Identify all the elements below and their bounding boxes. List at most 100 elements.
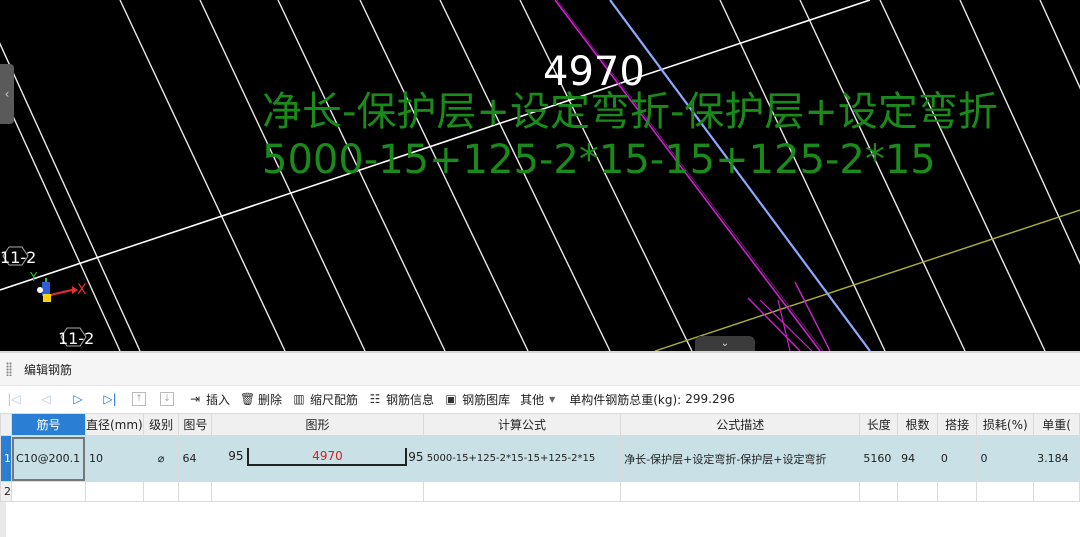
table-row[interactable]: 1 C10@200.1 10 ⌀ 64 95 4970 95 5000-15+1… (0, 435, 1080, 482)
insert-button[interactable]: ⇥ 插入 (188, 388, 230, 410)
other-dropdown[interactable]: 其他 ▼ (520, 388, 555, 410)
lap-cell[interactable]: 0 (936, 435, 978, 482)
total-weight-label: 单构件钢筋总重(kg): (569, 392, 682, 407)
axis-label-top: 11-2 (0, 248, 37, 267)
scale-rebar-button[interactable]: ▥ 缩尺配筋 (292, 388, 358, 410)
empty-cell[interactable] (936, 481, 978, 502)
arrow-down-icon: ↓ (163, 394, 171, 404)
shape-left-length[interactable]: 95 (228, 449, 243, 463)
empty-cell[interactable] (85, 481, 144, 502)
last-icon: ▷| (103, 392, 117, 406)
empty-cell[interactable] (11, 481, 86, 502)
panel-title: 编辑钢筋 (24, 362, 73, 377)
insert-icon: ⇥ (189, 392, 201, 406)
empty-cell[interactable] (211, 481, 424, 502)
formula-calc-text: 5000-15+125-2*15-15+125-2*15 (262, 137, 936, 183)
next-record-button[interactable]: ▷ (68, 389, 88, 409)
app-root: 11-2 11-2 Y X 4970 净长-保护层+设定弯折-保护层+设定弯折 … (0, 0, 1080, 537)
column-header[interactable]: 直径(mm) (85, 413, 144, 436)
column-header[interactable]: 搭接 (936, 413, 978, 436)
panel-toolbar: |◁ ◁ ▷ ▷| ↑ ↓ ⇥ 插入 🗑 删除 ▥ 缩尺配筋 ☷ 钢筋信息 ▣ 钢筋图库 … (0, 386, 1080, 412)
info-list-icon: ☷ (369, 392, 381, 406)
column-header[interactable]: 图形 (211, 413, 424, 436)
scale-rebar-label: 缩尺配筋 (310, 392, 359, 407)
rebar-library-button[interactable]: ▣ 钢筋图库 (444, 388, 510, 410)
insert-label: 插入 (206, 392, 231, 407)
empty-cell[interactable] (897, 481, 938, 502)
chevron-down-icon: ⌄ (720, 338, 730, 349)
count-cell[interactable]: 94 (897, 435, 938, 482)
empty-cell[interactable] (620, 481, 861, 502)
shape-mid-length[interactable]: 4970 (312, 449, 343, 463)
prev-record-button[interactable]: ◁ (36, 389, 56, 409)
chevron-left-icon: ‹ (4, 87, 10, 101)
corner-cell (0, 413, 12, 436)
shape-right-length[interactable]: 95 (408, 450, 422, 464)
table-row[interactable]: 2 (0, 481, 1080, 502)
dimension-value: 4970 (543, 49, 645, 95)
rebar-info-button[interactable]: ☷ 钢筋信息 (368, 388, 434, 410)
rebar-info-label: 钢筋信息 (386, 392, 435, 407)
rebar-code-cell[interactable]: C10@200.1 (11, 435, 86, 482)
cad-viewport[interactable]: 11-2 11-2 Y X 4970 净长-保护层+设定弯折-保护层+设定弯折 … (0, 0, 1080, 351)
arrow-up-icon: ↑ (135, 394, 143, 404)
edit-rebar-panel: 编辑钢筋 |◁ ◁ ▷ ▷| ↑ ↓ ⇥ 插入 🗑 删除 ▥ 缩尺配筋 ☷ 钢筋信息 ▣… (0, 351, 1080, 537)
move-down-button[interactable]: ↓ (160, 392, 174, 406)
first-record-button[interactable]: |◁ (4, 389, 24, 409)
total-weight-value: 299.296 (685, 392, 735, 406)
description-cell[interactable]: 净长-保护层+设定弯折-保护层+设定弯折 (620, 435, 861, 482)
panel-header[interactable]: 编辑钢筋 (0, 353, 1080, 386)
trash-icon: 🗑 (240, 392, 256, 406)
column-header[interactable]: 损耗(%) (976, 413, 1035, 436)
delete-button[interactable]: 🗑 删除 (240, 388, 282, 410)
column-header[interactable]: 筋号 (11, 413, 86, 436)
rebar-library-label: 钢筋图库 (462, 392, 511, 407)
empty-cell[interactable] (142, 481, 180, 502)
column-header[interactable]: 图号 (178, 413, 213, 436)
empty-cell[interactable] (859, 481, 899, 502)
empty-cell[interactable] (178, 481, 213, 502)
coordinate-gizmo-icon (37, 278, 78, 302)
collapse-panel-tab[interactable]: ⌄ (695, 336, 755, 351)
prev-icon: ◁ (41, 392, 51, 406)
scale-bars-icon: ▥ (293, 392, 305, 406)
unit-weight-cell[interactable]: 3.184 (1033, 435, 1080, 482)
other-label: 其他 (520, 392, 545, 407)
side-panel-handle[interactable]: ‹ (0, 64, 14, 124)
column-header[interactable]: 计算公式 (422, 413, 622, 436)
figure-no-cell[interactable]: 64 (178, 435, 213, 482)
column-header[interactable]: 单重( (1033, 413, 1080, 436)
move-up-button[interactable]: ↑ (132, 392, 146, 406)
caret-down-icon: ▼ (549, 394, 556, 404)
rebar-code-editor[interactable]: C10@200.1 (12, 436, 85, 481)
empty-cell[interactable] (976, 481, 1035, 502)
total-weight: 单构件钢筋总重(kg): 299.296 (569, 388, 735, 410)
drag-grip-icon[interactable] (6, 362, 12, 376)
row-number[interactable]: 1 (0, 435, 12, 482)
column-header[interactable]: 级别 (142, 413, 180, 436)
loss-cell[interactable]: 0 (976, 435, 1035, 482)
formula-description-text: 净长-保护层+设定弯折-保护层+设定弯折 (262, 89, 998, 135)
first-icon: |◁ (7, 392, 21, 406)
table-header-row: 筋号 直径(mm) 级别 图号 图形 计算公式 公式描述 长度 根数 搭接 损耗… (0, 413, 1080, 436)
empty-cell[interactable] (422, 481, 622, 502)
last-record-button[interactable]: ▷| (100, 389, 120, 409)
rebar-shape: 95 4970 95 (213, 437, 422, 481)
empty-cell[interactable] (1033, 481, 1080, 502)
axis-x-label: X (77, 282, 87, 298)
column-header[interactable]: 根数 (897, 413, 938, 436)
diameter-cell[interactable]: 10 (85, 435, 144, 482)
length-cell[interactable]: 5160 (859, 435, 899, 482)
column-header[interactable]: 公式描述 (620, 413, 861, 436)
rebar-table: 筋号 直径(mm) 级别 图号 图形 计算公式 公式描述 长度 根数 搭接 损耗… (0, 413, 1080, 502)
axis-y-label: Y (30, 270, 38, 284)
delete-label: 删除 (258, 392, 283, 407)
axis-label-bottom: 11-2 (58, 329, 95, 348)
column-header[interactable]: 长度 (859, 413, 899, 436)
grade-cell[interactable]: ⌀ (142, 435, 180, 482)
row-number[interactable]: 2 (0, 481, 12, 502)
next-icon: ▷ (73, 392, 83, 406)
formula-cell[interactable]: 5000-15+125-2*15-15+125-2*15 (422, 435, 622, 482)
shape-cell[interactable]: 95 4970 95 (211, 435, 424, 482)
library-icon: ▣ (445, 392, 457, 406)
